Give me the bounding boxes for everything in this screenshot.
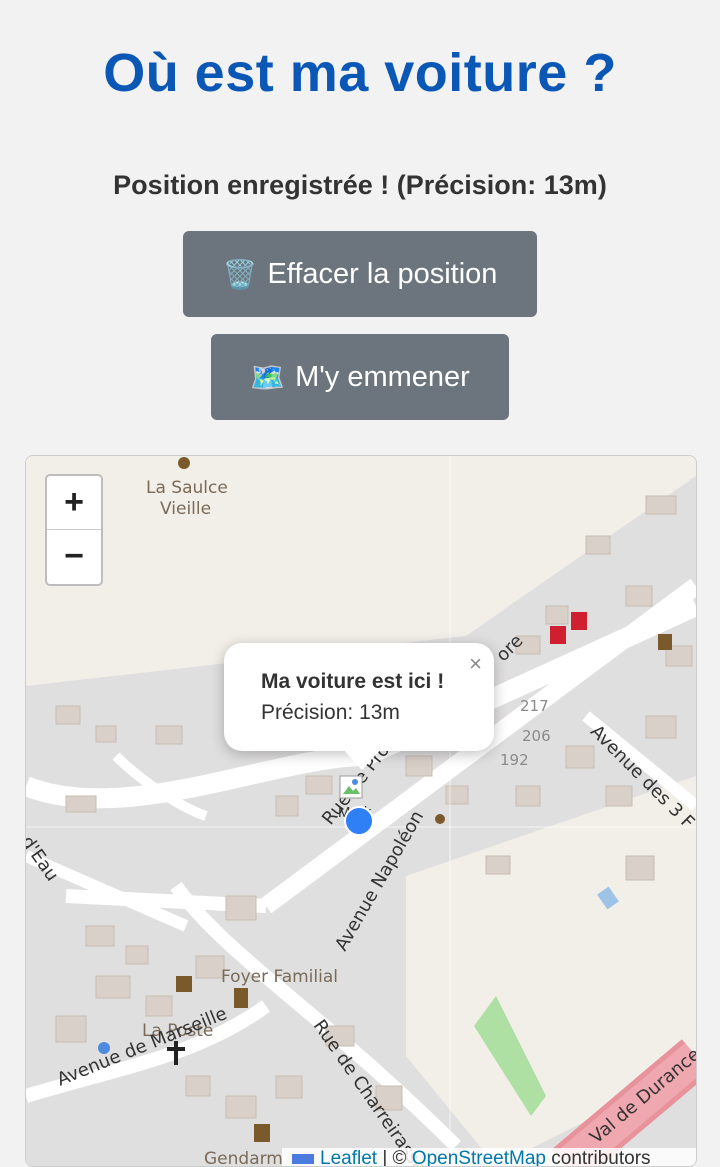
- attribution-contributors: contributors: [545, 1148, 651, 1167]
- position-status: Position enregistrée ! (Précision: 13m): [113, 170, 607, 200]
- place-label-la-saulce: La Saulce: [146, 478, 228, 498]
- popup-tip: [342, 748, 382, 770]
- house-number: 192: [500, 751, 529, 769]
- zoom-control: + −: [45, 474, 103, 586]
- zoom-out-button[interactable]: −: [47, 530, 101, 583]
- broken-image-icon: [339, 775, 363, 799]
- leaflet-link[interactable]: Leaflet: [320, 1148, 377, 1166]
- page-title: Où est ma voiture ?: [103, 43, 617, 103]
- attribution-separator: | ©: [377, 1148, 412, 1167]
- popup-title: Ma voiture est ici !: [261, 670, 445, 693]
- osm-link[interactable]: OpenStreetMap: [412, 1148, 546, 1166]
- shop-icon: [658, 634, 672, 650]
- place-label-foyer: Foyer Familial: [221, 967, 338, 987]
- flag-icon: [292, 1154, 314, 1164]
- marker-popup: Ma voiture est ici ! Précision: 13m ×: [224, 643, 494, 751]
- house-number: 217: [520, 697, 549, 715]
- location-dot: [344, 806, 374, 836]
- popup-close-button[interactable]: ×: [469, 651, 482, 677]
- map[interactable]: La Saulce Vieille Foyer Familial La Post…: [25, 455, 697, 1167]
- trash-icon: 🗑️: [222, 258, 258, 290]
- navigate-label: M'y emmener: [295, 360, 470, 393]
- house-number: 206: [522, 727, 551, 745]
- popup-precision: Précision: 13m: [261, 701, 400, 724]
- zoom-in-button[interactable]: +: [47, 476, 101, 530]
- clear-position-button[interactable]: 🗑️ Effacer la position: [183, 231, 537, 317]
- map-icon: 🗺️: [250, 361, 286, 393]
- town-hall-icon: [234, 988, 248, 1008]
- navigate-button[interactable]: 🗺️ M'y emmener: [211, 334, 509, 420]
- place-label-la-saulce-vieille: Vieille: [160, 499, 212, 519]
- clear-position-label: Effacer la position: [267, 257, 498, 290]
- map-attribution: Leaflet | © OpenStreetMap contributors: [282, 1148, 696, 1167]
- place-label-gendarmerie: Gendarm: [204, 1149, 283, 1167]
- post-office-icon: [176, 976, 192, 992]
